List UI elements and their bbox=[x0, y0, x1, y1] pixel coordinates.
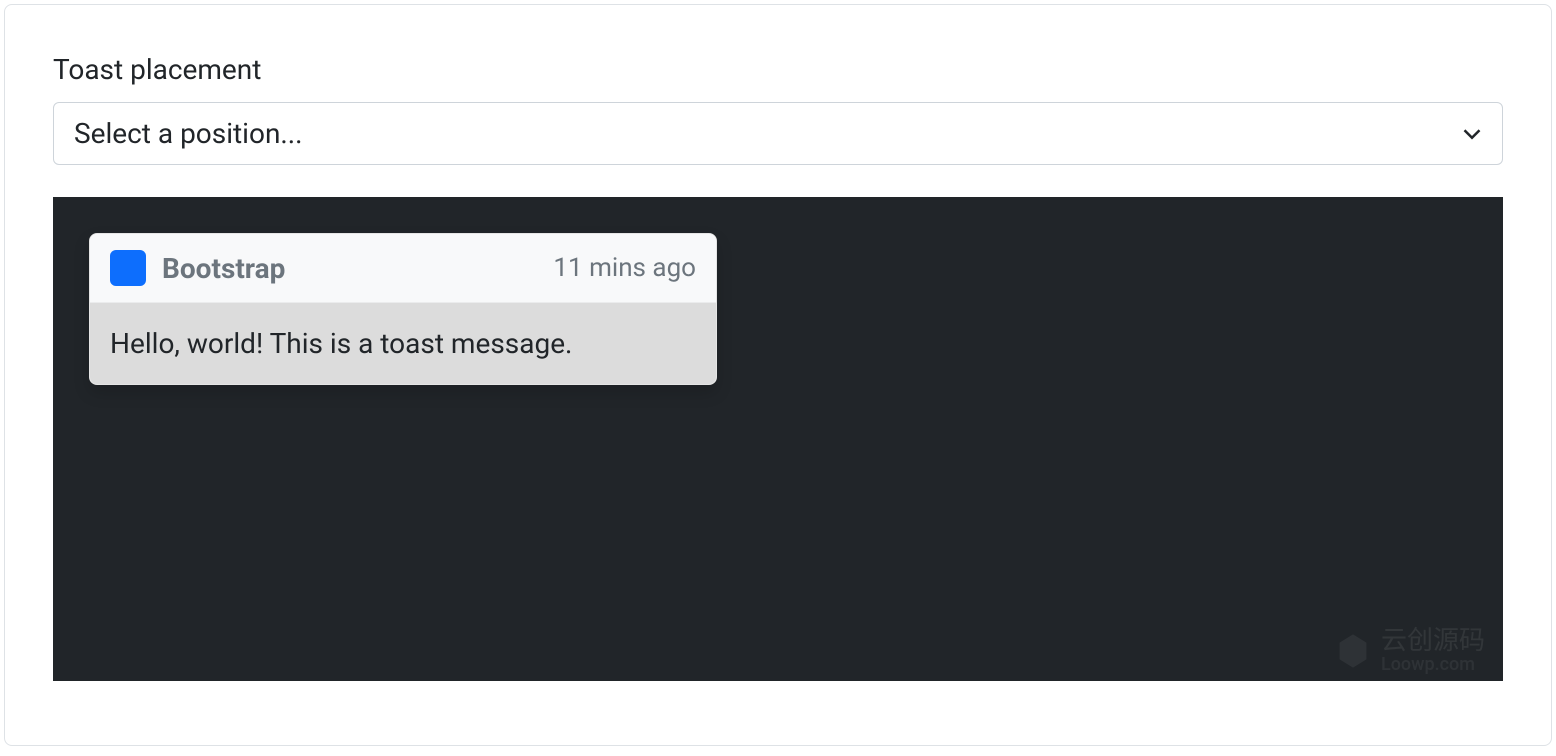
watermark-icon bbox=[1333, 631, 1373, 671]
toast-time: 11 mins ago bbox=[553, 253, 696, 283]
watermark: 云创源码 Loowp.com bbox=[1333, 627, 1485, 675]
toast-placement-label: Toast placement bbox=[53, 53, 1503, 86]
toast-header: Bootstrap 11 mins ago bbox=[90, 234, 716, 303]
toast-title: Bootstrap bbox=[162, 252, 537, 285]
select-placeholder: Select a position... bbox=[74, 117, 303, 150]
toast-preview-area: Bootstrap 11 mins ago Hello, world! This… bbox=[53, 197, 1503, 681]
demo-container: Toast placement Select a position... Boo… bbox=[4, 4, 1552, 746]
chevron-down-icon bbox=[1462, 124, 1482, 144]
bootstrap-icon bbox=[110, 250, 146, 286]
watermark-sub: Loowp.com bbox=[1381, 655, 1485, 675]
watermark-text: 云创源码 Loowp.com bbox=[1381, 627, 1485, 675]
watermark-main: 云创源码 bbox=[1381, 627, 1485, 656]
toast: Bootstrap 11 mins ago Hello, world! This… bbox=[89, 233, 717, 385]
position-select[interactable]: Select a position... bbox=[53, 102, 1503, 165]
toast-body: Hello, world! This is a toast message. bbox=[90, 303, 716, 384]
